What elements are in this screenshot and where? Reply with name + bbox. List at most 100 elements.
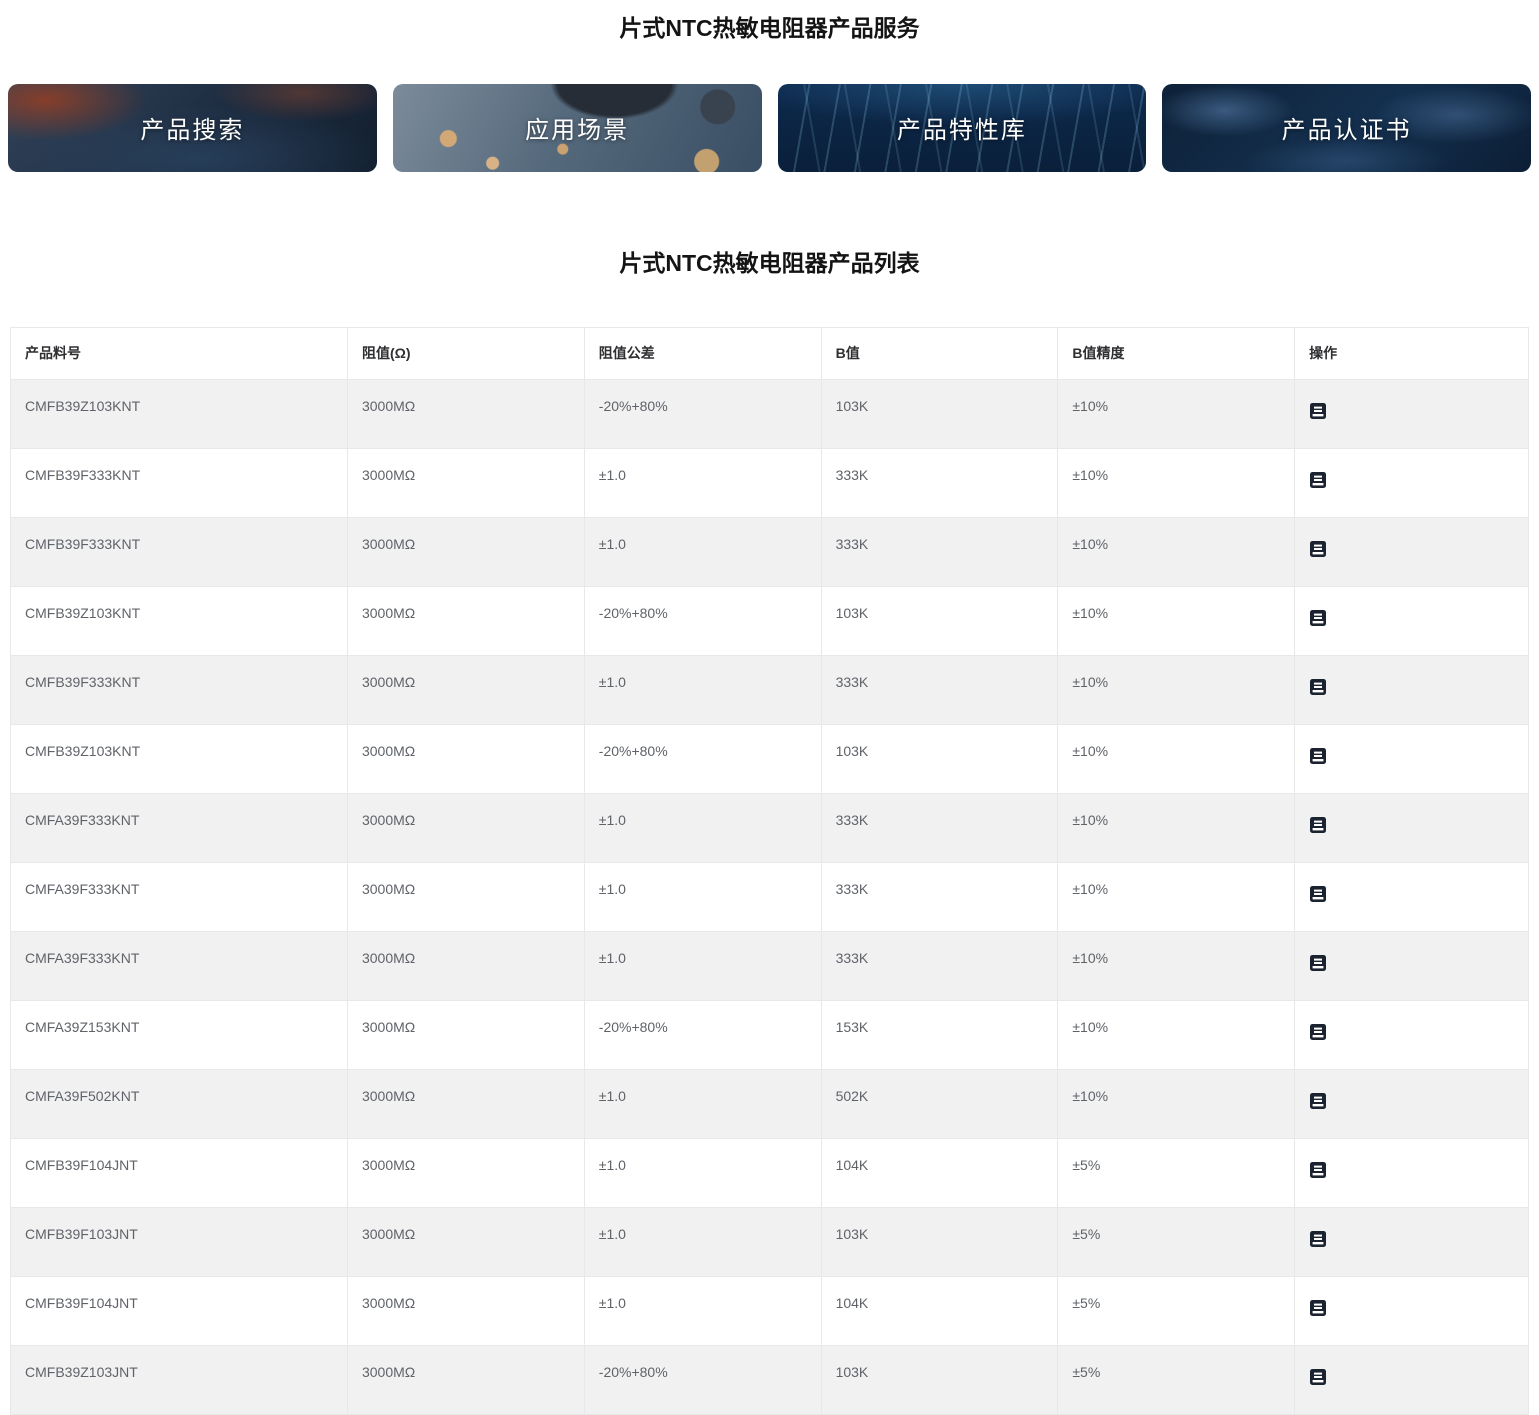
cell-resistance: 3000MΩ bbox=[346, 1344, 585, 1415]
table-row: CMFA39F333KNT 3000MΩ ±1.0 333K ±10% bbox=[10, 861, 1529, 932]
cell-part-number: CMFA39Z153KNT bbox=[10, 999, 348, 1070]
table-row: CMFA39F333KNT 3000MΩ ±1.0 333K ±10% bbox=[10, 792, 1529, 863]
column-header-b-value-precision: B值精度 bbox=[1057, 326, 1296, 380]
cell-resistance-tolerance: ±1.0 bbox=[583, 1137, 822, 1208]
table-row: CMFB39F333KNT 3000MΩ ±1.0 333K ±10% bbox=[10, 516, 1529, 587]
cell-resistance-tolerance: ±1.0 bbox=[583, 1068, 822, 1139]
document-list-icon[interactable] bbox=[1309, 609, 1327, 627]
cell-b-value: 103K bbox=[820, 1206, 1059, 1277]
cell-part-number: CMFB39F104JNT bbox=[10, 1275, 348, 1346]
column-header-b-value: B值 bbox=[820, 326, 1059, 380]
cell-b-value-precision: ±10% bbox=[1057, 999, 1296, 1070]
cell-part-number: CMFB39Z103KNT bbox=[10, 585, 348, 656]
banner-application-scenes[interactable]: 应用场景 bbox=[392, 83, 762, 172]
table-row: CMFB39F103JNT 3000MΩ ±1.0 103K ±5% bbox=[10, 1206, 1529, 1277]
cell-part-number: CMFB39F104JNT bbox=[10, 1137, 348, 1208]
cell-actions bbox=[1294, 1275, 1529, 1346]
banner-nav: 产品搜索 应用场景 产品特性库 产品认证书 bbox=[0, 83, 1539, 172]
document-list-icon[interactable] bbox=[1309, 1368, 1327, 1386]
cell-resistance-tolerance: -20%+80% bbox=[583, 378, 822, 449]
cell-part-number: CMFB39F103JNT bbox=[10, 1206, 348, 1277]
cell-actions bbox=[1294, 930, 1529, 1001]
cell-b-value: 333K bbox=[820, 861, 1059, 932]
cell-part-number: CMFB39Z103KNT bbox=[10, 723, 348, 794]
column-header-resistance: 阻值(Ω) bbox=[346, 326, 585, 380]
cell-actions bbox=[1294, 1068, 1529, 1139]
column-header-part-number: 产品料号 bbox=[10, 326, 348, 380]
cell-actions bbox=[1294, 447, 1529, 518]
product-table-body: CMFB39Z103KNT 3000MΩ -20%+80% 103K ±10% CMFB3… bbox=[10, 378, 1529, 1415]
cell-b-value-precision: ±10% bbox=[1057, 516, 1296, 587]
document-list-icon[interactable] bbox=[1309, 885, 1327, 903]
cell-resistance-tolerance: -20%+80% bbox=[583, 723, 822, 794]
cell-actions bbox=[1294, 1137, 1529, 1208]
document-list-icon[interactable] bbox=[1309, 1092, 1327, 1110]
cell-resistance-tolerance: -20%+80% bbox=[583, 999, 822, 1070]
page-title-product-list: 片式NTC热敏电阻器产品列表 bbox=[619, 249, 920, 276]
cell-b-value: 502K bbox=[820, 1068, 1059, 1139]
cell-b-value: 103K bbox=[820, 723, 1059, 794]
cell-actions bbox=[1294, 585, 1529, 656]
cell-actions bbox=[1294, 654, 1529, 725]
cell-resistance-tolerance: ±1.0 bbox=[583, 1206, 822, 1277]
banner-product-search[interactable]: 产品搜索 bbox=[8, 83, 377, 172]
document-list-icon[interactable] bbox=[1309, 747, 1327, 765]
cell-actions bbox=[1294, 516, 1529, 587]
table-row: CMFA39Z153KNT 3000MΩ -20%+80% 153K ±10% bbox=[10, 999, 1529, 1070]
cell-b-value-precision: ±5% bbox=[1057, 1206, 1296, 1277]
cell-resistance-tolerance: ±1.0 bbox=[583, 654, 822, 725]
cell-actions bbox=[1294, 861, 1529, 932]
cell-part-number: CMFA39F333KNT bbox=[10, 930, 348, 1001]
table-row: CMFB39F104JNT 3000MΩ ±1.0 104K ±5% bbox=[10, 1137, 1529, 1208]
product-table-container: 产品料号 阻值(Ω) 阻值公差 B值 B值精度 操作 CMFB39Z103KNT… bbox=[10, 326, 1529, 1415]
cell-resistance-tolerance: ±1.0 bbox=[583, 1275, 822, 1346]
document-list-icon[interactable] bbox=[1309, 1230, 1327, 1248]
document-list-icon[interactable] bbox=[1309, 471, 1327, 489]
document-list-icon[interactable] bbox=[1309, 1299, 1327, 1317]
cell-b-value: 333K bbox=[820, 930, 1059, 1001]
cell-resistance: 3000MΩ bbox=[346, 861, 585, 932]
document-list-icon[interactable] bbox=[1309, 954, 1327, 972]
cell-actions bbox=[1294, 1206, 1529, 1277]
cell-actions bbox=[1294, 378, 1529, 449]
page-title-services: 片式NTC热敏电阻器产品服务 bbox=[619, 15, 920, 41]
banner-characteristics-library[interactable]: 产品特性库 bbox=[777, 83, 1147, 172]
cell-resistance-tolerance: ±1.0 bbox=[583, 516, 822, 587]
cell-part-number: CMFB39Z103JNT bbox=[10, 1344, 348, 1415]
document-list-icon[interactable] bbox=[1309, 1161, 1327, 1179]
table-row: CMFA39F333KNT 3000MΩ ±1.0 333K ±10% bbox=[10, 930, 1529, 1001]
cell-resistance-tolerance: -20%+80% bbox=[583, 1344, 822, 1415]
document-list-icon[interactable] bbox=[1309, 402, 1327, 420]
cell-b-value: 153K bbox=[820, 999, 1059, 1070]
cell-b-value-precision: ±5% bbox=[1057, 1275, 1296, 1346]
table-row: CMFB39F333KNT 3000MΩ ±1.0 333K ±10% bbox=[10, 654, 1529, 725]
banner-application-scenes-label: 应用场景 bbox=[525, 117, 630, 145]
cell-b-value: 333K bbox=[820, 447, 1059, 518]
banner-characteristics-library-label: 产品特性库 bbox=[896, 117, 1027, 145]
cell-b-value-precision: ±10% bbox=[1057, 930, 1296, 1001]
cell-resistance: 3000MΩ bbox=[346, 378, 585, 449]
cell-b-value: 103K bbox=[820, 1344, 1059, 1415]
banner-certificates-label: 产品认证书 bbox=[1281, 117, 1412, 145]
cell-resistance: 3000MΩ bbox=[346, 447, 585, 518]
cell-resistance: 3000MΩ bbox=[346, 792, 585, 863]
cell-resistance-tolerance: ±1.0 bbox=[583, 447, 822, 518]
cell-b-value-precision: ±5% bbox=[1057, 1344, 1296, 1415]
cell-b-value-precision: ±10% bbox=[1057, 723, 1296, 794]
document-list-icon[interactable] bbox=[1309, 1023, 1327, 1041]
cell-b-value-precision: ±10% bbox=[1057, 861, 1296, 932]
document-list-icon[interactable] bbox=[1309, 816, 1327, 834]
cell-b-value: 333K bbox=[820, 792, 1059, 863]
document-list-icon[interactable] bbox=[1309, 678, 1327, 696]
cell-part-number: CMFA39F502KNT bbox=[10, 1068, 348, 1139]
cell-resistance: 3000MΩ bbox=[346, 1137, 585, 1208]
cell-part-number: CMFB39F333KNT bbox=[10, 516, 348, 587]
table-header-row: 产品料号 阻值(Ω) 阻值公差 B值 B值精度 操作 bbox=[10, 326, 1529, 380]
cell-part-number: CMFB39F333KNT bbox=[10, 654, 348, 725]
document-list-icon[interactable] bbox=[1309, 540, 1327, 558]
cell-b-value: 104K bbox=[820, 1275, 1059, 1346]
cell-resistance: 3000MΩ bbox=[346, 999, 585, 1070]
cell-b-value: 333K bbox=[820, 654, 1059, 725]
cell-b-value-precision: ±10% bbox=[1057, 585, 1296, 656]
banner-certificates[interactable]: 产品认证书 bbox=[1162, 83, 1531, 172]
